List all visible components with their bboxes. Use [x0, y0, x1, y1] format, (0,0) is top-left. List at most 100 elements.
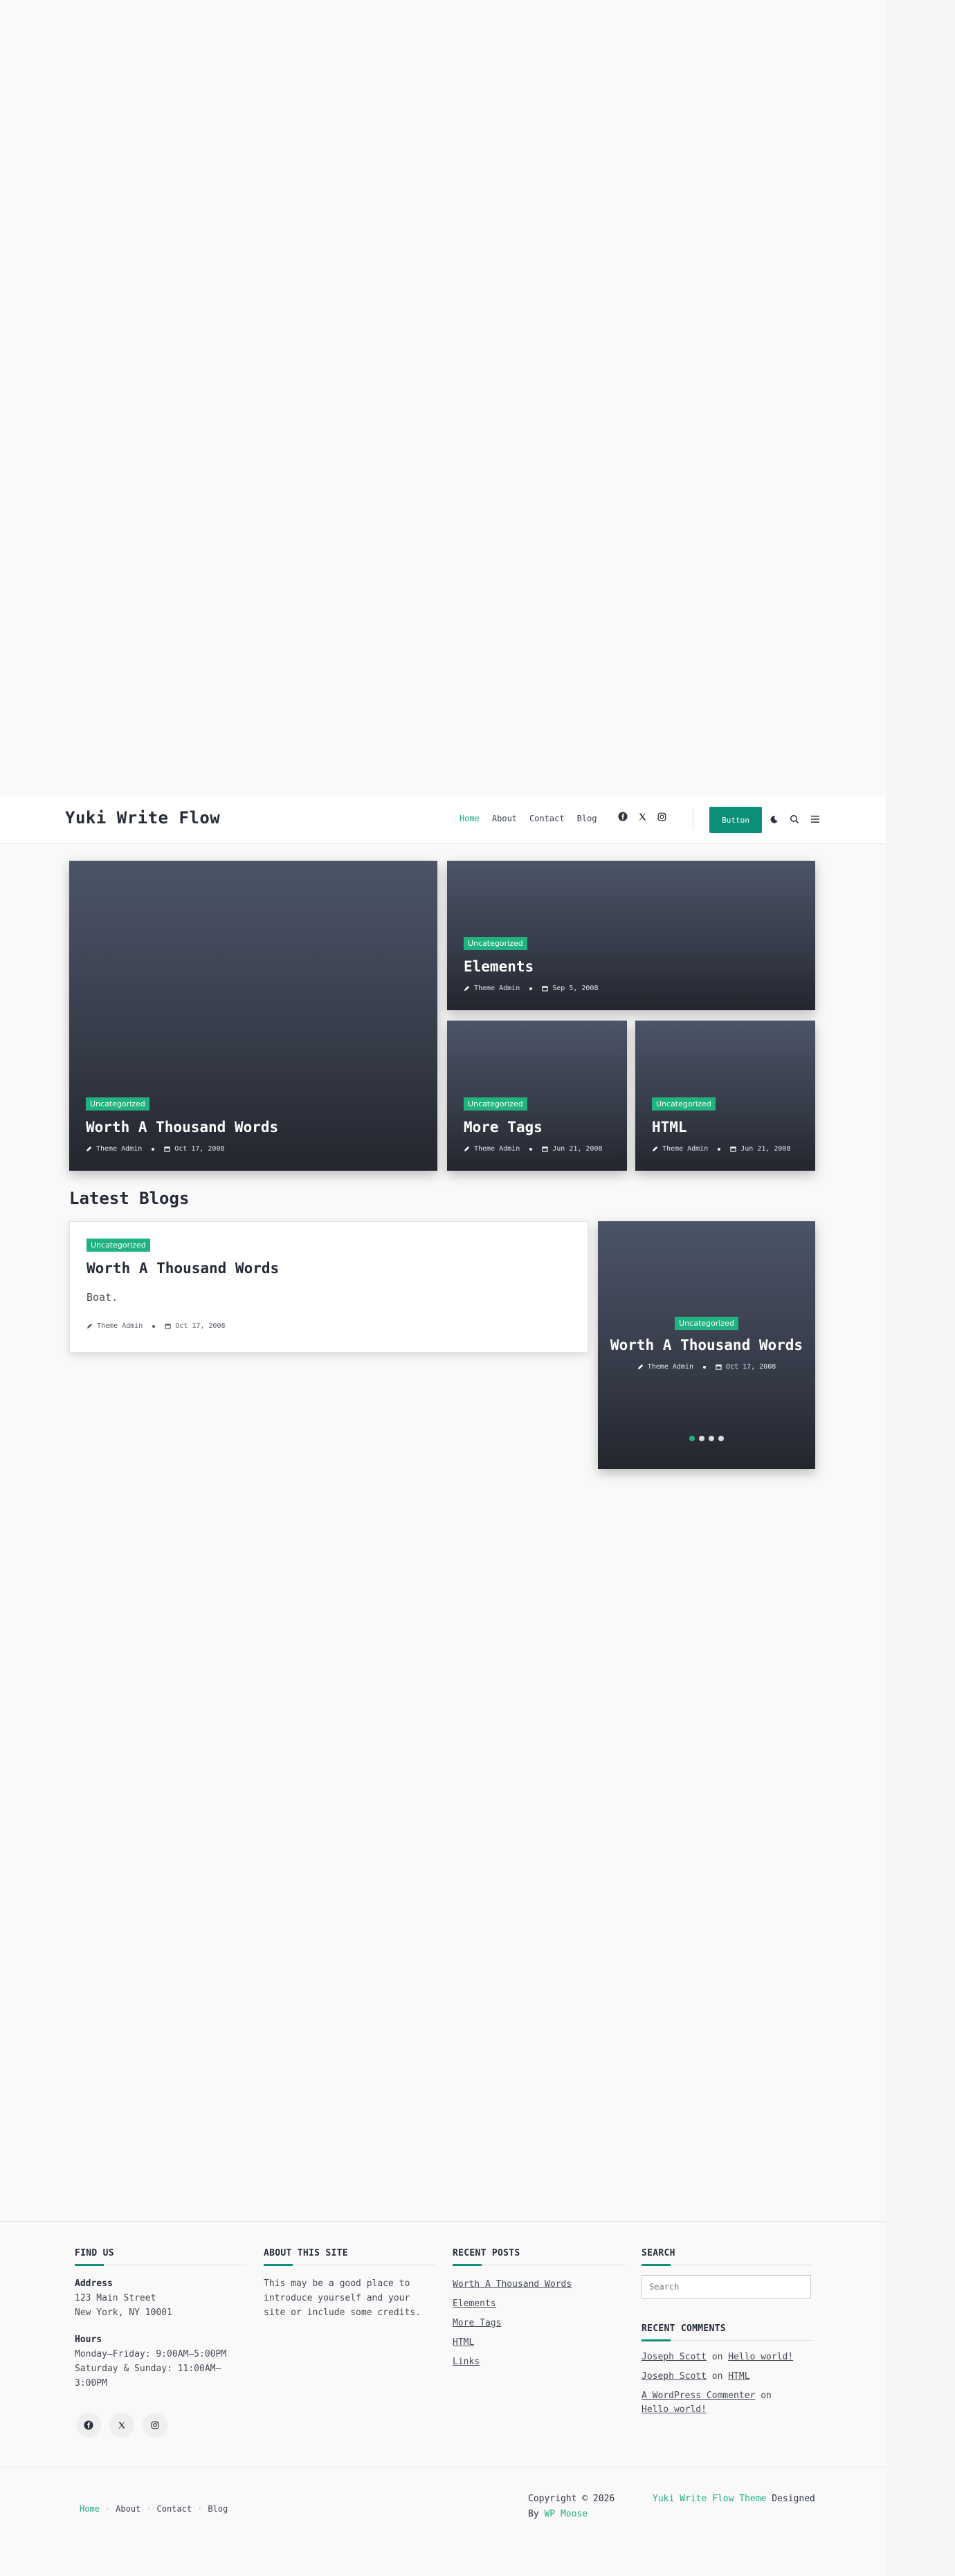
footer-heading: SEARCH — [642, 2248, 813, 2266]
slider-dot[interactable] — [718, 1436, 724, 1441]
dark-mode-icon[interactable] — [768, 814, 779, 825]
category-badge[interactable]: Uncategorized — [464, 1097, 527, 1111]
meta-separator — [152, 1324, 156, 1328]
recent-post-link[interactable]: Worth A Thousand Words — [453, 2275, 624, 2294]
footer-heading: RECENT COMMENTS — [642, 2323, 813, 2341]
comment-item: Joseph Scott on HTML — [642, 2367, 813, 2386]
post-meta: Theme Admin Oct 17, 2008 — [87, 1322, 225, 1330]
post-author[interactable]: Theme Admin — [474, 985, 520, 992]
featured-title[interactable]: HTML — [652, 1119, 801, 1135]
footer-nav-blog[interactable]: Blog — [208, 2504, 228, 2514]
post-excerpt: Boat. — [87, 1291, 118, 1304]
post-author[interactable]: Theme Admin — [648, 1363, 693, 1371]
comment-author-link[interactable]: Joseph Scott — [642, 2352, 707, 2362]
comment-on: on — [711, 2371, 723, 2382]
slider-dot[interactable] — [699, 1436, 704, 1441]
post-date: Jun 21, 2008 — [552, 1145, 603, 1153]
recent-post-link[interactable]: Elements — [453, 2294, 624, 2314]
x-twitter-icon[interactable] — [637, 811, 648, 822]
post-author[interactable]: Theme Admin — [97, 1322, 143, 1330]
post-card[interactable]: Uncategorized Worth A Thousand Words Boa… — [69, 1221, 588, 1353]
category-badge[interactable]: Uncategorized — [86, 1097, 149, 1111]
comment-author-link[interactable]: A WordPress Commenter — [642, 2391, 755, 2401]
footer-nav-contact[interactable]: Contact — [157, 2504, 192, 2514]
copyright-text: Copyright © 2026 — [528, 2494, 615, 2504]
calendar-icon — [165, 1324, 171, 1329]
theme-link[interactable]: Yuki Write Flow Theme — [653, 2494, 766, 2504]
site-footer: FIND US Address 123 Main Street New York… — [0, 2221, 886, 2576]
recent-post-link[interactable]: More Tags — [453, 2314, 624, 2333]
author-link[interactable]: WP Moose — [544, 2509, 588, 2519]
address-block: Address 123 Main Street New York, NY 100… — [75, 2276, 246, 2391]
post-date: Jun 21, 2008 — [740, 1145, 791, 1153]
footer-heading: FIND US — [75, 2248, 246, 2266]
footer-nav-separator: · — [104, 2504, 111, 2514]
category-badge[interactable]: Uncategorized — [87, 1239, 150, 1252]
site-title[interactable]: Yuki Write Flow — [65, 808, 220, 828]
featured-card-main[interactable]: Uncategorized Worth A Thousand Words The… — [69, 861, 437, 1171]
post-meta: Theme Admin Oct 17, 2008 — [598, 1363, 815, 1371]
comment-item: Joseph Scott on Hello world! — [642, 2348, 813, 2367]
featured-card-more-tags[interactable]: Uncategorized More Tags Theme Admin Jun … — [447, 1021, 627, 1171]
comment-author-link[interactable]: Joseph Scott — [642, 2371, 707, 2382]
post-meta: Theme Admin Jun 21, 2008 — [464, 1145, 613, 1153]
footer-recent-posts: RECENT POSTS Worth A Thousand Words Elem… — [453, 2248, 624, 2372]
pen-icon — [87, 1323, 93, 1329]
search-input[interactable] — [642, 2275, 811, 2299]
calendar-icon — [542, 986, 548, 992]
address-line: 123 Main Street — [75, 2293, 156, 2303]
post-author[interactable]: Theme Admin — [474, 1145, 520, 1153]
comment-post-link[interactable]: Hello world! — [642, 2404, 707, 2415]
post-slider[interactable]: Uncategorized Worth A Thousand Words The… — [598, 1221, 815, 1469]
post-title[interactable]: Worth A Thousand Words — [87, 1260, 279, 1277]
slider-dot[interactable] — [689, 1436, 695, 1441]
comment-post-link[interactable]: HTML — [728, 2371, 749, 2382]
category-badge[interactable]: Uncategorized — [464, 937, 527, 950]
instagram-icon[interactable] — [656, 811, 667, 822]
menu-icon[interactable] — [810, 814, 821, 825]
featured-card-elements[interactable]: Uncategorized Elements Theme Admin Sep 5… — [447, 861, 815, 1010]
footer-find-us: FIND US Address 123 Main Street New York… — [75, 2248, 246, 2391]
pen-icon — [86, 1146, 92, 1152]
featured-card-html[interactable]: Uncategorized HTML Theme Admin Jun 21, 2… — [635, 1021, 815, 1171]
category-badge[interactable]: Uncategorized — [675, 1317, 738, 1330]
facebook-icon[interactable] — [76, 2413, 101, 2438]
nav-home[interactable]: Home — [460, 814, 480, 823]
pen-icon — [464, 985, 470, 992]
footer-nav-home[interactable]: Home — [80, 2504, 100, 2514]
hours-label: Hours — [75, 2335, 102, 2345]
footer-nav-about[interactable]: About — [116, 2504, 140, 2514]
calendar-icon — [716, 1364, 722, 1370]
x-twitter-icon[interactable] — [109, 2413, 134, 2438]
instagram-icon[interactable] — [143, 2413, 167, 2438]
recent-post-link[interactable]: HTML — [453, 2333, 624, 2353]
category-badge[interactable]: Uncategorized — [652, 1097, 716, 1111]
pen-icon — [637, 1364, 643, 1370]
featured-title[interactable]: Worth A Thousand Words — [86, 1119, 424, 1135]
footer-nav-separator: · — [197, 2504, 203, 2514]
featured-card-body: Uncategorized More Tags Theme Admin Jun … — [464, 1096, 613, 1153]
nav-blog[interactable]: Blog — [577, 814, 597, 823]
post-meta: Theme Admin Sep 5, 2008 — [464, 985, 801, 992]
post-author[interactable]: Theme Admin — [662, 1145, 708, 1153]
nav-contact[interactable]: Contact — [529, 814, 565, 823]
meta-separator — [718, 1147, 721, 1151]
post-author[interactable]: Theme Admin — [96, 1145, 142, 1153]
footer-heading: RECENT POSTS — [453, 2248, 624, 2266]
featured-title[interactable]: Elements — [464, 958, 801, 975]
slide-title[interactable]: Worth A Thousand Words — [598, 1337, 815, 1353]
slider-pagination — [598, 1436, 815, 1441]
slider-dot[interactable] — [709, 1436, 714, 1441]
comment-post-link[interactable]: Hello world! — [728, 2352, 793, 2362]
search-icon[interactable] — [789, 814, 800, 825]
footer-heading: ABOUT THIS SITE — [264, 2248, 435, 2266]
calendar-icon — [730, 1147, 736, 1152]
recent-post-link[interactable]: Links — [453, 2353, 624, 2372]
featured-title[interactable]: More Tags — [464, 1119, 613, 1135]
by-text: By — [528, 2509, 539, 2519]
facebook-icon[interactable] — [617, 811, 628, 822]
nav-about[interactable]: About — [492, 814, 517, 823]
header-button[interactable]: Button — [709, 807, 762, 833]
comment-on: on — [711, 2352, 723, 2362]
page: Yuki Write Flow Home About Contact Blog … — [0, 0, 886, 2576]
